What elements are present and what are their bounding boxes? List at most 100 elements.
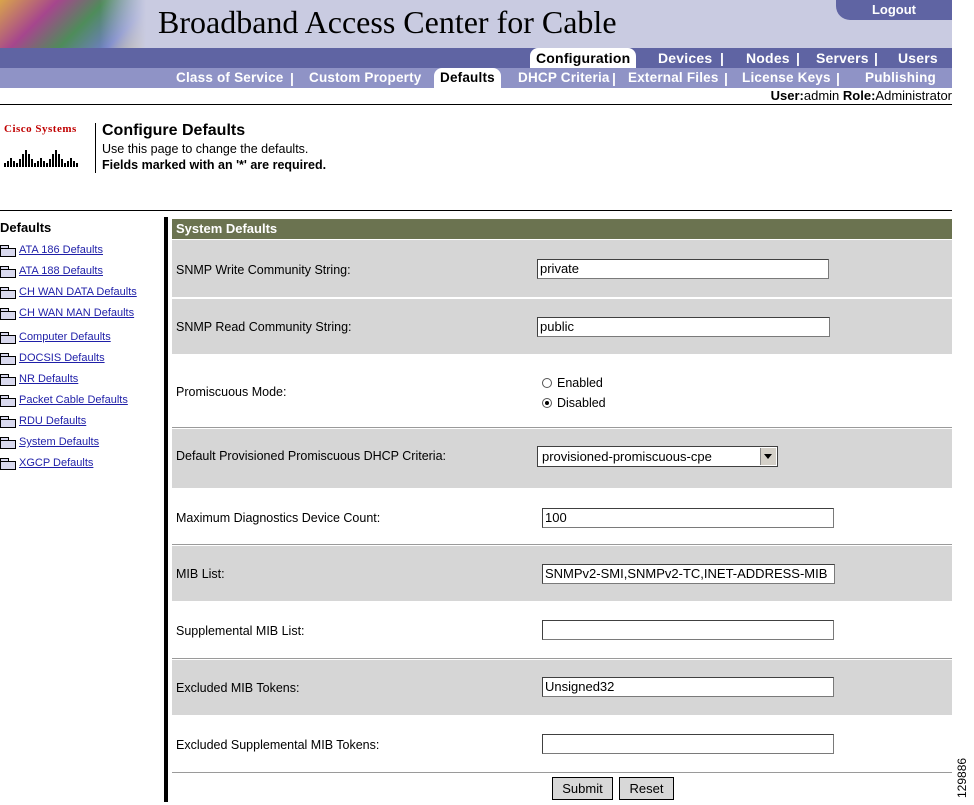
- tree-link-ata-186[interactable]: ATA 186 Defaults: [19, 244, 103, 256]
- tree-link-system[interactable]: System Defaults: [19, 436, 99, 448]
- tree-link-ch-wan-data[interactable]: CH WAN DATA Defaults: [19, 286, 137, 298]
- nav-separator: |: [290, 70, 294, 86]
- folder-icon: [0, 308, 16, 320]
- subnav-license-keys[interactable]: License Keys: [742, 68, 831, 88]
- nav-devices[interactable]: Devices: [658, 48, 712, 68]
- mib-list-input[interactable]: SNMPv2-SMI,SNMPv2-TC,INET-ADDRESS-MIB: [542, 564, 835, 584]
- subnav-defaults[interactable]: Defaults: [434, 68, 501, 88]
- form-row: SNMP Read Community String: public: [172, 299, 952, 355]
- page-title: Configure Defaults: [102, 122, 246, 139]
- figure-number: 129886: [955, 757, 969, 798]
- promiscuous-label: Promiscuous Mode:: [176, 385, 287, 399]
- folder-icon: [0, 266, 16, 278]
- tree-link-ch-wan-man[interactable]: CH WAN MAN Defaults: [19, 307, 134, 319]
- heading-rule: [0, 210, 952, 211]
- user-info: User:admin Role:Administrator: [0, 88, 952, 105]
- subnav-class-of-service[interactable]: Class of Service: [176, 68, 284, 88]
- role-label: Role:: [842, 88, 876, 103]
- tree-item[interactable]: Computer Defaults: [0, 325, 111, 344]
- excl-supp-mib-label: Excluded Supplemental MIB Tokens:: [176, 738, 380, 752]
- tree-item[interactable]: XGCP Defaults: [0, 451, 93, 470]
- cisco-bars-icon: [4, 143, 90, 167]
- logout-link[interactable]: Logout: [836, 0, 952, 20]
- max-diag-input[interactable]: 100: [542, 508, 834, 528]
- folder-icon: [0, 353, 16, 365]
- supp-mib-input[interactable]: [542, 620, 834, 640]
- tree-link-xgcp[interactable]: XGCP Defaults: [19, 457, 93, 469]
- subnav-custom-property[interactable]: Custom Property: [309, 68, 422, 88]
- excl-mib-label: Excluded MIB Tokens:: [176, 681, 300, 695]
- snmp-read-input[interactable]: public: [537, 317, 830, 337]
- user-value: admin: [803, 88, 840, 103]
- tree-link-docsis[interactable]: DOCSIS Defaults: [19, 352, 105, 364]
- excl-mib-input[interactable]: Unsigned32: [542, 677, 834, 697]
- nav-servers[interactable]: Servers: [816, 48, 869, 68]
- app-title: Broadband Access Center for Cable: [158, 4, 617, 40]
- tree-item[interactable]: NR Defaults: [0, 367, 78, 386]
- tree-link-nr[interactable]: NR Defaults: [19, 373, 78, 385]
- tree-link-ata-188[interactable]: ATA 188 Defaults: [19, 265, 103, 277]
- role-value: Administrator: [875, 88, 952, 103]
- select-value: provisioned-promiscuous-cpe: [542, 449, 712, 464]
- form-row: Promiscuous Mode: Enabled Disabled: [172, 356, 952, 428]
- tree-link-rdu[interactable]: RDU Defaults: [19, 415, 86, 427]
- nav-nodes[interactable]: Nodes: [746, 48, 790, 68]
- subnav-publishing[interactable]: Publishing: [865, 68, 936, 88]
- banner-artwork: [0, 0, 146, 48]
- promiscuous-enabled-radio[interactable]: Enabled: [542, 376, 603, 390]
- promiscuous-disabled-radio[interactable]: Disabled: [542, 396, 606, 410]
- form-row: MIB List: SNMPv2-SMI,SNMPv2-TC,INET-ADDR…: [172, 546, 952, 602]
- heading-divider: [95, 123, 96, 173]
- tree-item[interactable]: RDU Defaults: [0, 409, 86, 428]
- tree-item[interactable]: CH WAN MAN Defaults: [0, 301, 134, 320]
- form-row: Supplemental MIB List:: [172, 603, 952, 659]
- user-label: User:: [770, 88, 804, 103]
- subnav-external-files[interactable]: External Files: [628, 68, 719, 88]
- reset-button[interactable]: Reset: [619, 777, 674, 800]
- submit-button[interactable]: Submit: [552, 777, 613, 800]
- dhcp-criteria-label: Default Provisioned Promiscuous DHCP Cri…: [176, 449, 447, 463]
- nav-users[interactable]: Users: [898, 48, 938, 68]
- nav-configuration[interactable]: Configuration: [530, 48, 637, 68]
- tree-item[interactable]: ATA 186 Defaults: [0, 238, 103, 257]
- form-row: Excluded Supplemental MIB Tokens:: [172, 717, 952, 773]
- section-title: System Defaults: [172, 219, 952, 239]
- max-diag-label: Maximum Diagnostics Device Count:: [176, 511, 381, 525]
- radio-label: Enabled: [557, 376, 603, 390]
- nav-separator: |: [720, 50, 724, 66]
- form-row: Excluded MIB Tokens: Unsigned32: [172, 660, 952, 716]
- snmp-read-label: SNMP Read Community String:: [176, 320, 352, 334]
- nav-separator: |: [724, 70, 728, 86]
- radio-icon[interactable]: [542, 378, 552, 388]
- tree-item[interactable]: Packet Cable Defaults: [0, 388, 128, 407]
- tree-link-computer[interactable]: Computer Defaults: [19, 331, 111, 343]
- nav-separator: |: [836, 70, 840, 86]
- dhcp-criteria-select[interactable]: provisioned-promiscuous-cpe: [537, 446, 778, 467]
- form-row: Maximum Diagnostics Device Count: 100: [172, 490, 952, 545]
- content-divider: [164, 217, 168, 802]
- tree-item[interactable]: System Defaults: [0, 430, 99, 449]
- folder-icon: [0, 332, 16, 344]
- tree-title: Defaults: [0, 220, 52, 235]
- mib-list-label: MIB List:: [176, 567, 225, 581]
- folder-icon: [0, 374, 16, 386]
- folder-icon: [0, 287, 16, 299]
- cisco-logo: Cisco Systems: [4, 123, 90, 171]
- chevron-down-icon[interactable]: [760, 448, 776, 465]
- snmp-write-input[interactable]: private: [537, 259, 829, 279]
- radio-label: Disabled: [557, 396, 606, 410]
- app-header: Broadband Access Center for Cable Logout: [0, 0, 952, 48]
- form-row: Default Provisioned Promiscuous DHCP Cri…: [172, 429, 952, 489]
- tree-link-packet-cable[interactable]: Packet Cable Defaults: [19, 394, 128, 406]
- nav-separator: |: [612, 70, 616, 86]
- folder-open-icon: [0, 437, 16, 449]
- tree-item[interactable]: DOCSIS Defaults: [0, 346, 105, 365]
- radio-selected-icon[interactable]: [542, 398, 552, 408]
- tree-item[interactable]: ATA 188 Defaults: [0, 259, 103, 278]
- folder-icon: [0, 458, 16, 470]
- tree-item[interactable]: CH WAN DATA Defaults: [0, 280, 137, 299]
- subnav-dhcp-criteria[interactable]: DHCP Criteria: [518, 68, 610, 88]
- excl-supp-mib-input[interactable]: [542, 734, 834, 754]
- nav-separator: |: [796, 50, 800, 66]
- form-row: SNMP Write Community String: private: [172, 240, 952, 298]
